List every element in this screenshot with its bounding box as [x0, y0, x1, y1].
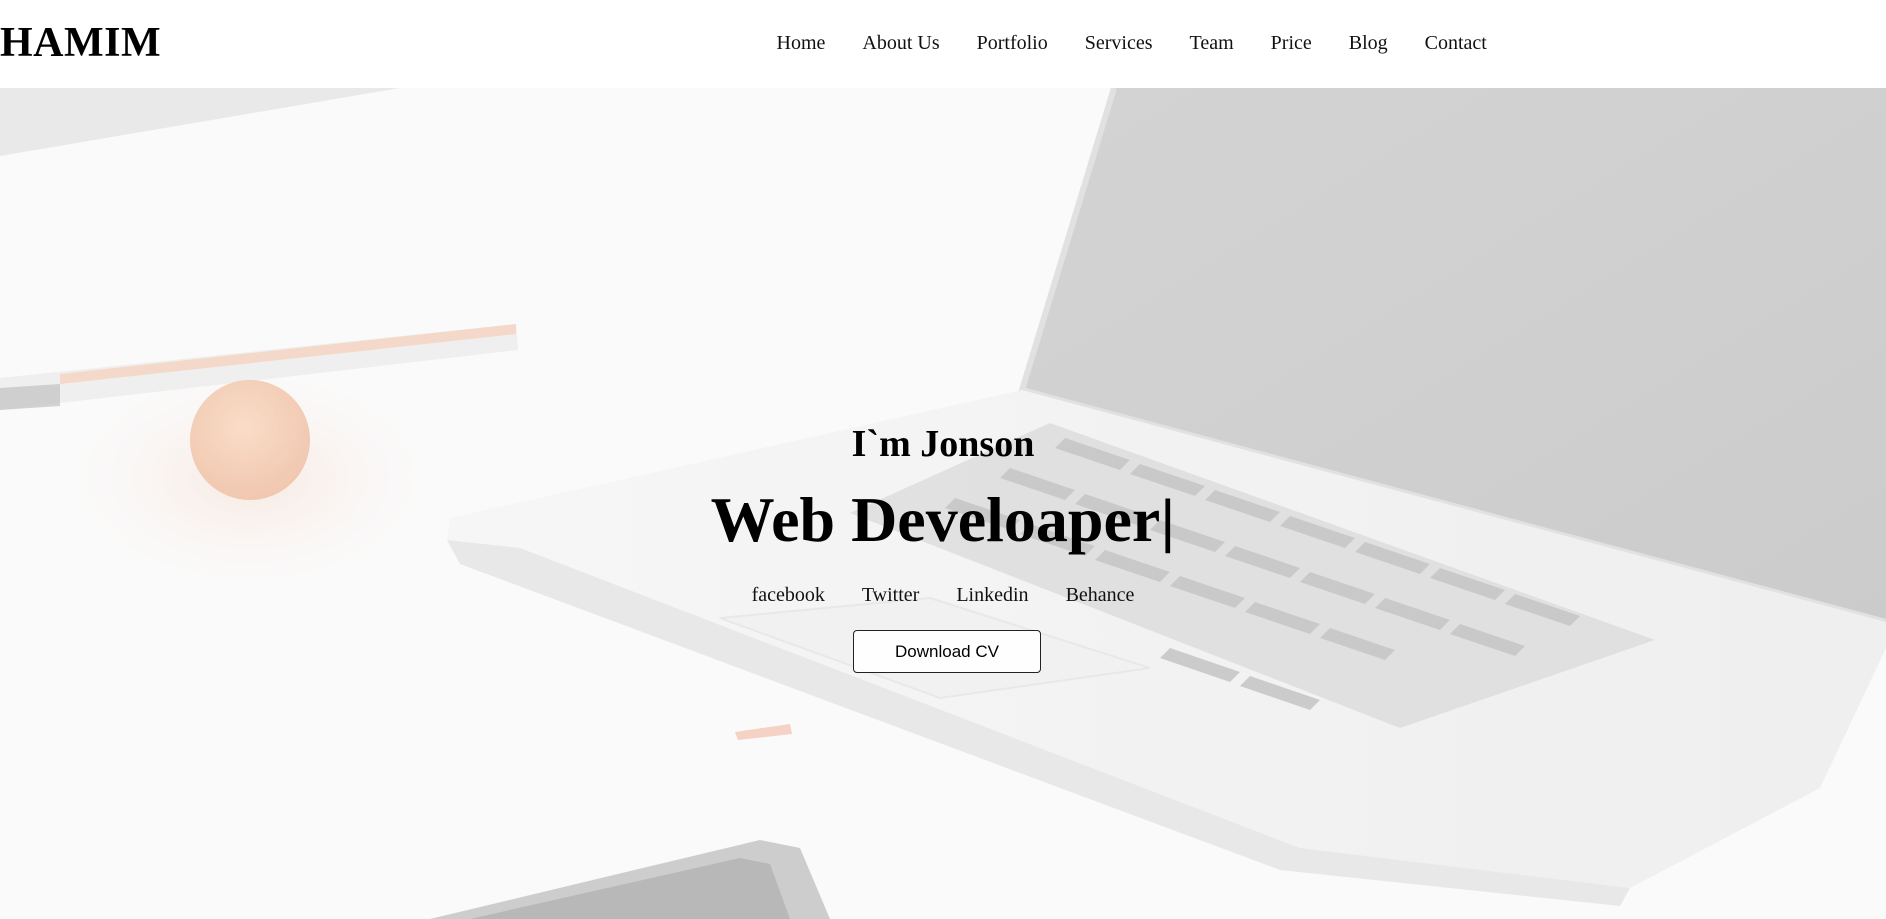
nav-home[interactable]: Home	[758, 30, 844, 56]
nav-services[interactable]: Services	[1066, 30, 1171, 56]
social-twitter-link[interactable]: Twitter	[843, 582, 937, 608]
hero-section: I`m Jonson Web Develoaper| facebook Twit…	[0, 88, 1886, 919]
hero-content: I`m Jonson Web Develoaper| facebook Twit…	[0, 88, 1886, 919]
site-header: HAMIM Home About Us Portfolio Services T…	[0, 0, 1886, 88]
nav-blog[interactable]: Blog	[1330, 30, 1406, 56]
hero-role-heading: Web Develoaper|	[0, 484, 1886, 558]
nav-contact[interactable]: Contact	[1406, 30, 1505, 56]
download-cv-button[interactable]: Download CV	[853, 630, 1041, 673]
typing-cursor: |	[1160, 489, 1176, 554]
social-facebook-link[interactable]: facebook	[733, 582, 843, 608]
nav-team[interactable]: Team	[1171, 30, 1252, 56]
social-behance-link[interactable]: Behance	[1047, 582, 1153, 608]
hero-greeting: I`m Jonson	[851, 423, 1035, 465]
site-logo[interactable]: HAMIM	[0, 18, 161, 68]
nav-portfolio[interactable]: Portfolio	[958, 30, 1066, 56]
main-nav: Home About Us Portfolio Services Team Pr…	[758, 30, 1505, 56]
nav-price[interactable]: Price	[1252, 30, 1330, 56]
nav-about-us[interactable]: About Us	[844, 30, 958, 56]
hero-role-text: Web Develoaper	[710, 484, 1161, 555]
social-linkedin-link[interactable]: Linkedin	[938, 582, 1047, 608]
social-links: facebook Twitter Linkedin Behance	[0, 582, 1886, 608]
